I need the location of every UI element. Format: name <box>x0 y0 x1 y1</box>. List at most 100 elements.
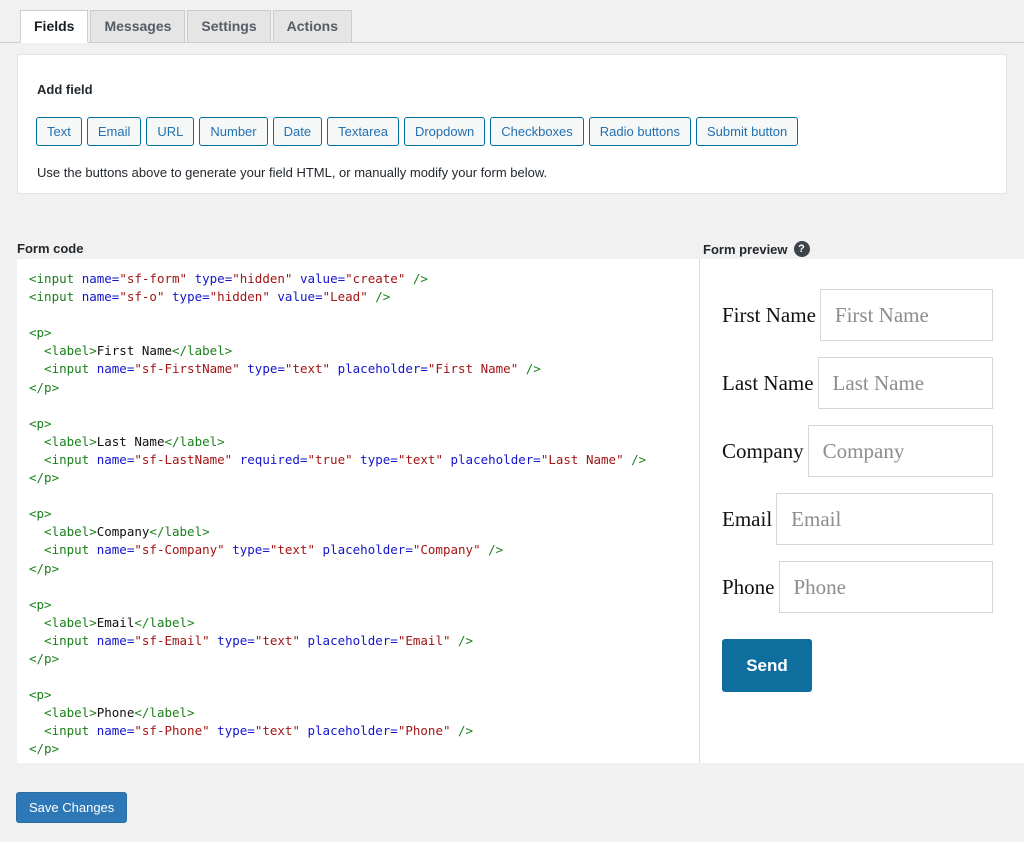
code-line: <input name="sf-Email" type="text" place… <box>29 632 699 650</box>
tab-settings[interactable]: Settings <box>187 10 271 43</box>
add-field-hint: Use the buttons above to generate your f… <box>37 165 548 180</box>
code-line: <p> <box>29 505 699 523</box>
code-token-val: "hidden" <box>209 289 270 305</box>
code-token-tag <box>300 723 308 738</box>
code-token-val: "text" <box>284 361 331 377</box>
code-token-attr: name= <box>81 289 120 305</box>
add-field-button-url[interactable]: URL <box>146 117 195 146</box>
code-token-val: "text" <box>269 542 316 558</box>
preview-form: First Name First Name Last Name Last Name Co… <box>700 289 1024 692</box>
preview-field-row: Company Company <box>700 425 1024 477</box>
add-field-button-text[interactable]: Text <box>36 117 82 146</box>
code-token-tag: <input <box>29 289 82 305</box>
code-token-tag: <label> <box>29 343 97 359</box>
tab-bar: Fields Messages Settings Actions <box>0 0 1024 43</box>
code-token-val: "Company" <box>412 542 481 558</box>
add-field-button-date[interactable]: Date <box>272 117 323 146</box>
preview-field-row: Last Name Last Name <box>700 357 1024 409</box>
add-field-button-checkboxes[interactable]: Checkboxes <box>490 117 584 146</box>
code-line: <input name="sf-form" type="hidden" valu… <box>29 270 699 288</box>
tab-messages[interactable]: Messages <box>90 10 186 43</box>
code-token-attr: name= <box>81 271 120 286</box>
form-preview-panel: First Name First Name Last Name Last Name Co… <box>700 259 1024 763</box>
code-token-tag: </p> <box>29 470 60 486</box>
code-token-tag: <p> <box>29 596 52 612</box>
code-token-attr: type= <box>247 361 285 377</box>
preview-field-input[interactable]: First Name <box>819 289 993 341</box>
preview-field-input[interactable]: Phone <box>778 561 993 613</box>
code-token-tag: <input <box>29 271 82 286</box>
code-token-attr: type= <box>194 271 233 286</box>
add-field-button-submit-button[interactable]: Submit button <box>696 117 799 146</box>
code-token-tag: </p> <box>29 560 60 576</box>
form-preview-heading: Form preview ? <box>703 241 810 257</box>
code-token-tag: </p> <box>29 650 60 666</box>
code-token-tag: <label> <box>29 433 97 449</box>
code-token-tag: /> <box>518 361 541 377</box>
code-token-attr: placeholder= <box>322 542 413 558</box>
add-field-button-textarea[interactable]: Textarea <box>327 117 399 146</box>
code-token-tag <box>300 633 308 648</box>
code-token-tag: </p> <box>29 379 60 395</box>
code-token-attr: type= <box>232 542 270 558</box>
save-changes-button[interactable]: Save Changes <box>16 792 128 823</box>
code-token-val: "sf-Email" <box>134 632 210 648</box>
code-token-tag: /> <box>405 271 428 286</box>
code-line: <label>Phone</label> <box>29 704 699 722</box>
code-token-attr: placeholder= <box>450 451 541 467</box>
code-line: <input name="sf-LastName" required="true… <box>29 451 699 469</box>
code-line: <label>Email</label> <box>29 614 699 632</box>
add-field-button-email[interactable]: Email <box>86 117 142 146</box>
code-token-txt: Email <box>96 614 135 630</box>
code-token-tag: /> <box>450 723 474 739</box>
code-token-val: "text" <box>254 723 300 739</box>
code-token-attr: type= <box>217 723 255 739</box>
code-token-val: "text" <box>254 632 300 648</box>
code-token-tag: </p> <box>29 741 60 757</box>
code-token-tag: <input <box>29 723 97 739</box>
add-field-button-dropdown[interactable]: Dropdown <box>403 117 486 146</box>
code-line: <input name="sf-o" type="hidden" value="… <box>29 288 699 306</box>
add-field-button-group: Text Email URL Number Date Textarea Drop… <box>36 117 799 146</box>
add-field-button-radio-buttons[interactable]: Radio buttons <box>588 117 692 146</box>
code-token-val: "First Name" <box>427 361 519 377</box>
preview-field-input[interactable]: Email <box>776 493 993 545</box>
help-icon[interactable]: ? <box>793 241 810 257</box>
code-token-tag: <input <box>29 451 97 467</box>
code-token-tag: <input <box>29 542 97 558</box>
preview-field-label: Last Name <box>722 370 814 395</box>
code-token-attr: type= <box>360 451 398 467</box>
code-token-val: "sf-Phone" <box>134 723 210 739</box>
form-code-panel[interactable]: <input name="sf-form" type="hidden" valu… <box>17 259 700 763</box>
preview-send-button[interactable]: Send <box>722 639 812 692</box>
add-field-button-number[interactable]: Number <box>199 117 268 146</box>
code-line: </p> <box>29 650 699 668</box>
code-line: <label>Last Name</label> <box>29 433 699 451</box>
code-line: <p> <box>29 596 699 614</box>
preview-field-input[interactable]: Last Name <box>817 357 993 409</box>
code-token-attr: name= <box>96 361 135 377</box>
tab-actions[interactable]: Actions <box>272 10 352 43</box>
code-token-tag: <p> <box>29 506 52 522</box>
code-token-attr: value= <box>277 289 323 305</box>
tab-fields[interactable]: Fields <box>20 10 89 43</box>
code-token-attr: type= <box>217 632 255 648</box>
code-token-val: "hidden" <box>232 271 293 286</box>
code-line: <input name="sf-FirstName" type="text" p… <box>29 360 699 378</box>
code-token-val: "Email" <box>397 632 451 648</box>
code-token-tag: /> <box>480 542 504 558</box>
code-token-tag: <p> <box>29 687 52 703</box>
code-token-tag <box>292 271 300 286</box>
form-preview-heading-label: Form preview <box>703 241 788 257</box>
code-token-tag: /> <box>450 632 474 648</box>
preview-field-input[interactable]: Company <box>807 425 993 477</box>
form-code-editor[interactable]: <input name="sf-form" type="hidden" valu… <box>29 270 699 763</box>
code-line: </p> <box>29 379 699 397</box>
code-token-attr: name= <box>96 542 135 558</box>
code-token-txt: First Name <box>96 343 172 359</box>
preview-field-label: First Name <box>722 302 816 327</box>
code-token-val: "sf-form" <box>119 271 188 286</box>
